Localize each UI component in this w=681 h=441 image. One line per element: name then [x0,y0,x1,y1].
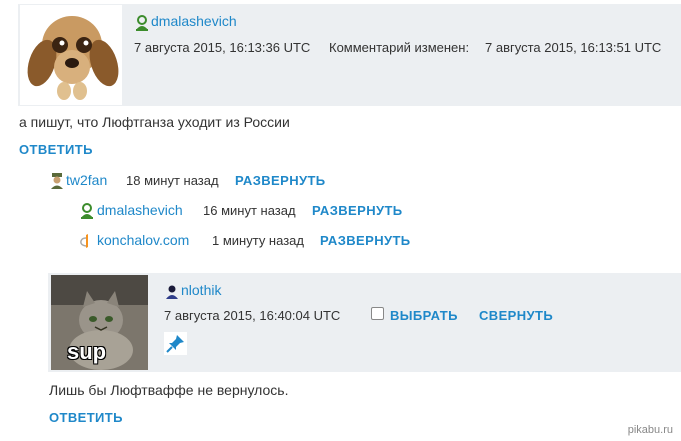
select-button[interactable]: ВЫБРАТЬ [390,308,458,323]
created-time: 7 августа 2015, 16:40:04 UTC [164,308,341,323]
list-item: tw2fan 18 минут назад РАЗВЕРНУТЬ [50,172,450,190]
comment-text: а пишут, что Люфтганза уходит из России [19,114,290,130]
openid-icon [80,234,94,248]
pin-button[interactable] [164,332,187,355]
dog-avatar-icon [27,16,119,100]
user-icon [165,284,179,300]
avatar-caption: sup [67,339,107,364]
reply-text: Лишь бы Люфтваффе не вернулось. [49,382,289,398]
user-icon [50,173,64,189]
list-item: dmalashevich 16 минут назад РАЗВЕРНУТЬ [80,202,480,220]
list-item: konchalov.com 1 минуту назад РАЗВЕРНУТЬ [80,232,480,250]
time-ago: 18 минут назад [126,173,219,188]
select-checkbox[interactable] [371,307,384,320]
reply-button[interactable]: ОТВЕТИТЬ [49,410,123,425]
author-link[interactable]: dmalashevich [151,13,237,29]
user-link[interactable]: tw2fan [66,172,107,188]
user-link[interactable]: konchalov.com [97,232,189,248]
avatar[interactable] [20,5,122,105]
collapse-button[interactable]: СВЕРНУТЬ [479,308,553,323]
user-link[interactable]: dmalashevich [97,202,183,218]
reply-button[interactable]: ОТВЕТИТЬ [19,142,93,157]
watermark: pikabu.ru [627,424,673,436]
expand-button[interactable]: РАЗВЕРНУТЬ [320,233,411,248]
expand-button[interactable]: РАЗВЕРНУТЬ [312,203,403,218]
edited-label: Комментарий изменен: [329,40,470,55]
expand-button[interactable]: РАЗВЕРНУТЬ [235,173,326,188]
created-time: 7 августа 2015, 16:13:36 UTC [134,40,311,55]
author-link[interactable]: nlothik [181,282,221,298]
time-ago: 1 минуту назад [212,233,304,248]
pin-icon [166,335,184,353]
time-ago: 16 минут назад [203,203,296,218]
edited-time: 7 августа 2015, 16:13:51 UTC [485,40,662,55]
user-icon [135,15,149,31]
avatar[interactable]: sup [51,275,148,370]
user-icon [80,203,94,219]
